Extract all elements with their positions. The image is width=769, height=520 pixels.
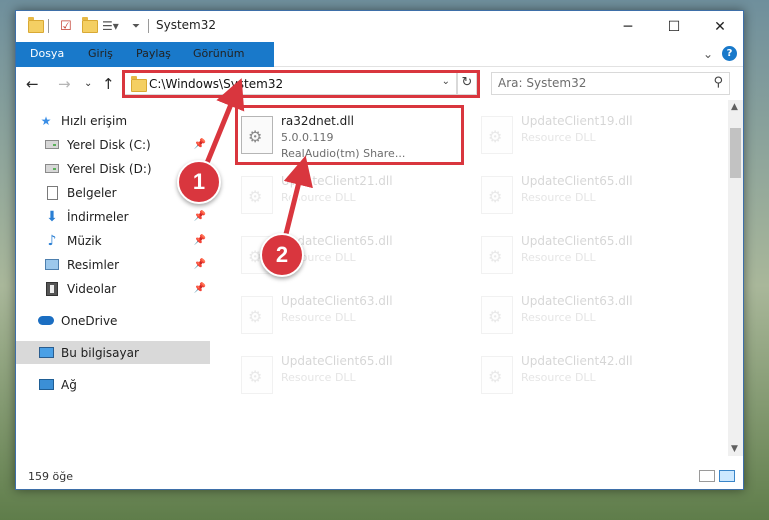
arrow-2 bbox=[282, 155, 313, 241]
step-2-badge: 2 bbox=[260, 233, 304, 277]
annotation-arrows bbox=[200, 78, 313, 243]
arrow-1 bbox=[202, 78, 245, 171]
step-1-badge: 1 bbox=[177, 160, 221, 204]
